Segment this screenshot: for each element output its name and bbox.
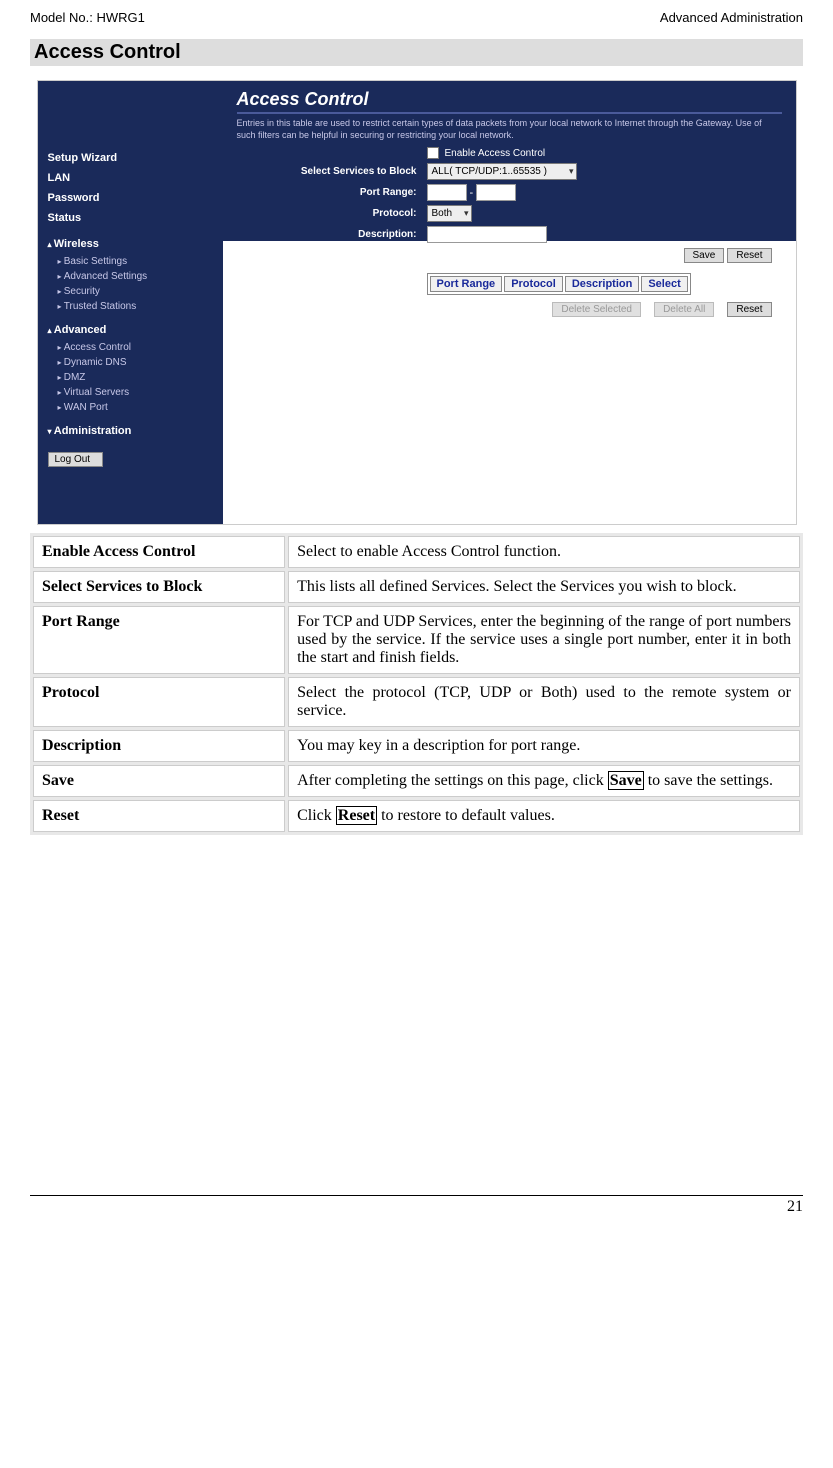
doc-section: Advanced Administration [660,10,803,25]
table-row: Port Range For TCP and UDP Services, ent… [33,606,800,674]
blocked-table-label: Current Blocked Table: [237,273,427,284]
port-range-start[interactable] [427,184,467,201]
row-text: Select to enable Access Control function… [288,536,800,568]
port-range-label: Port Range: [237,187,427,198]
table-row: Enable Access Control Select to enable A… [33,536,800,568]
nav-advanced[interactable]: Advanced [48,321,215,339]
row-text: Select the protocol (TCP, UDP or Both) u… [288,677,800,727]
model-number: Model No.: HWRG1 [30,10,145,25]
reset-button-top[interactable]: Reset [727,248,771,263]
router-sidebar: Setup Wizard LAN Password Status Wireles… [38,81,223,524]
reset-box: Reset [336,806,377,825]
save-button[interactable]: Save [684,248,725,263]
table-row: Save After completing the settings on th… [33,765,800,797]
reset-button-bottom[interactable]: Reset [727,302,771,317]
protocol-label: Protocol: [237,208,427,219]
nav-virtual-servers[interactable]: Virtual Servers [48,386,215,399]
col-protocol: Protocol [504,276,563,292]
row-label: Port Range [33,606,285,674]
row-text: You may key in a description for port ra… [288,730,800,762]
port-range-end[interactable] [476,184,516,201]
nav-setup-wizard[interactable]: Setup Wizard [48,149,215,167]
panel-description: Entries in this table are used to restri… [237,118,782,141]
logout-button[interactable]: Log Out [48,452,103,467]
description-input[interactable] [427,226,547,243]
row-label: Description [33,730,285,762]
enable-access-label: Enable Access Control [445,148,546,159]
row-text: For TCP and UDP Services, enter the begi… [288,606,800,674]
select-services-dropdown[interactable]: ALL( TCP/UDP:1..65535 ) [427,163,577,180]
field-description-table: Enable Access Control Select to enable A… [30,533,803,835]
description-label: Description: [237,229,427,240]
col-port-range: Port Range [430,276,503,292]
table-row: Protocol Select the protocol (TCP, UDP o… [33,677,800,727]
table-row: Description You may key in a description… [33,730,800,762]
table-row: Reset Click Reset to restore to default … [33,800,800,832]
row-label: Enable Access Control [33,536,285,568]
nav-lan[interactable]: LAN [48,169,215,187]
nav-access-control[interactable]: Access Control [48,341,215,354]
nav-wan-port[interactable]: WAN Port [48,401,215,414]
col-select: Select [641,276,687,292]
nav-dmz[interactable]: DMZ [48,371,215,384]
protocol-dropdown[interactable]: Both [427,205,472,222]
nav-trusted-stations[interactable]: Trusted Stations [48,300,215,313]
row-label: Protocol [33,677,285,727]
nav-dynamic-dns[interactable]: Dynamic DNS [48,356,215,369]
nav-security[interactable]: Security [48,285,215,298]
nav-wireless[interactable]: Wireless [48,235,215,253]
nav-administration[interactable]: Administration [48,422,215,440]
delete-all-button[interactable]: Delete All [654,302,714,317]
save-box: Save [608,771,644,790]
enable-access-checkbox[interactable] [427,147,439,159]
page-number: 21 [30,1196,803,1216]
delete-selected-button[interactable]: Delete Selected [552,302,641,317]
nav-status[interactable]: Status [48,209,215,227]
nav-advanced-settings[interactable]: Advanced Settings [48,270,215,283]
row-text: After completing the settings on this pa… [288,765,800,797]
table-row: Select Services to Block This lists all … [33,571,800,603]
section-title: Access Control [30,39,803,66]
nav-basic-settings[interactable]: Basic Settings [48,255,215,268]
select-services-label: Select Services to Block [237,166,427,177]
row-label: Reset [33,800,285,832]
nav-password[interactable]: Password [48,189,215,207]
row-text: Click Reset to restore to default values… [288,800,800,832]
router-screenshot: Setup Wizard LAN Password Status Wireles… [37,80,797,525]
blocked-table: Port Range Protocol Description Select [427,273,691,295]
panel-title: Access Control [237,89,782,114]
row-text: This lists all defined Services. Select … [288,571,800,603]
row-label: Select Services to Block [33,571,285,603]
router-main-panel: Access Control Entries in this table are… [223,81,796,524]
row-label: Save [33,765,285,797]
col-description: Description [565,276,640,292]
